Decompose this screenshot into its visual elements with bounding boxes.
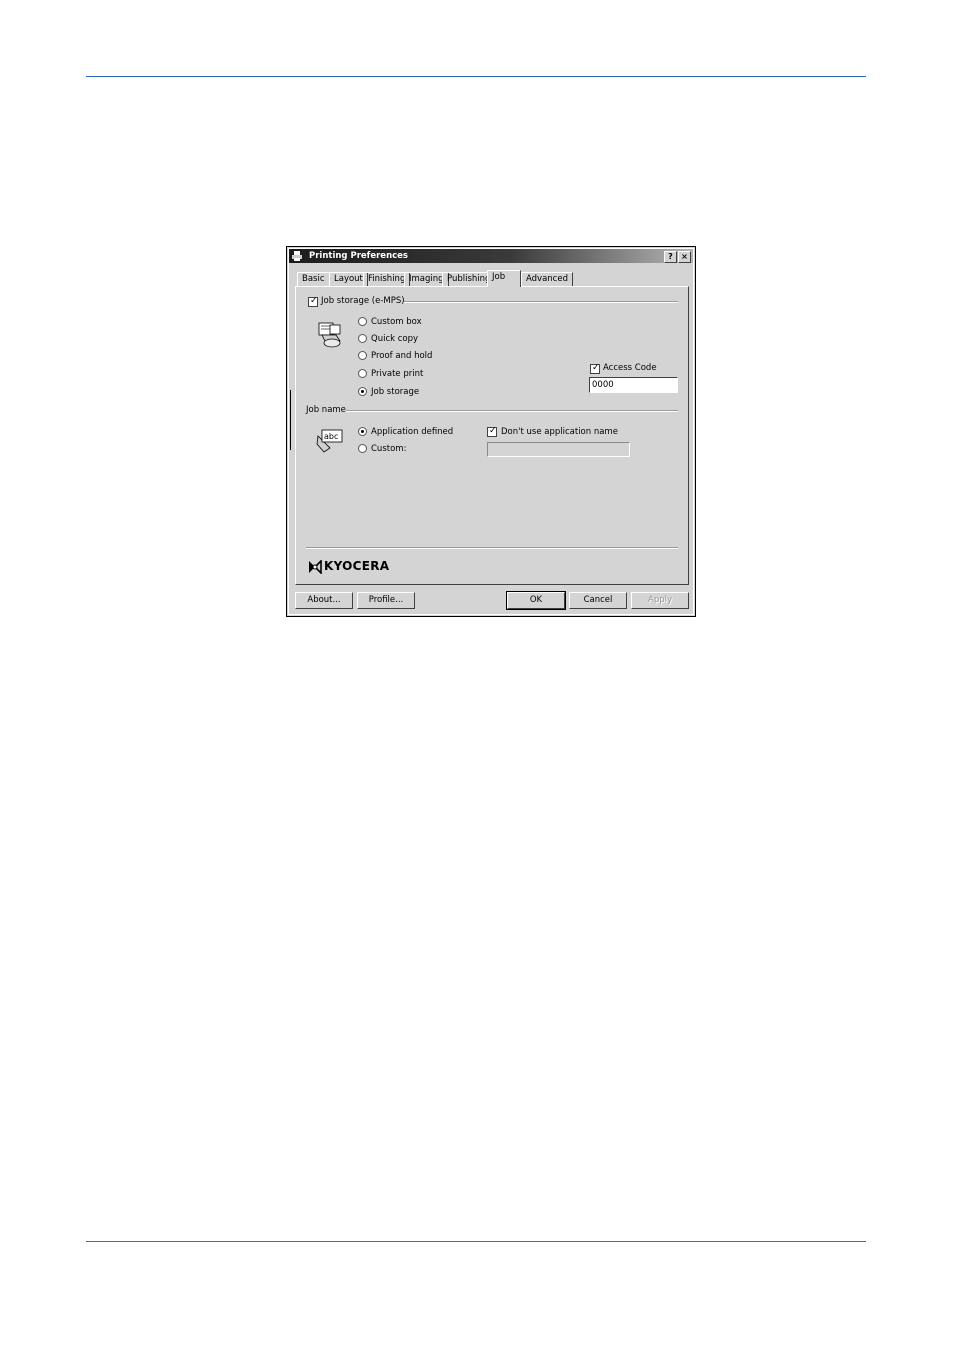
check-mark-icon: ✓ <box>592 363 600 373</box>
tab-basic[interactable]: Basic <box>297 272 330 286</box>
kyocera-logo-icon <box>309 560 322 574</box>
header-rule <box>86 76 866 77</box>
title-bar[interactable]: Printing Preferences ? × <box>289 249 693 263</box>
custom-job-name-input[interactable] <box>487 442 630 457</box>
brand-logo-text: KYOCERA <box>324 559 390 573</box>
radio-proof-and-hold[interactable] <box>358 351 367 360</box>
brand-divider <box>306 547 678 549</box>
svg-text:abc: abc <box>324 432 338 441</box>
radio-application-defined[interactable] <box>358 427 367 436</box>
group-divider <box>346 410 678 412</box>
radio-custom-box[interactable] <box>358 317 367 326</box>
job-name-section-label: Job name <box>306 405 346 415</box>
radio-quick-copy[interactable] <box>358 334 367 343</box>
dont-use-app-name-label: Don't use application name <box>501 427 618 437</box>
job-storage-icon <box>318 322 341 348</box>
ok-button[interactable]: OK <box>506 591 566 610</box>
radio-job-storage[interactable] <box>358 387 367 396</box>
check-mark-icon: ✓ <box>489 426 497 436</box>
option-quick-copy-label: Quick copy <box>371 334 419 344</box>
option-custom-box-label: Custom box <box>371 317 422 327</box>
close-button[interactable]: × <box>678 251 691 263</box>
printer-icon <box>292 251 302 261</box>
about-button[interactable]: About... <box>295 592 353 609</box>
job-name-icon: abc <box>316 429 343 453</box>
radio-custom[interactable] <box>358 444 367 453</box>
group-divider <box>404 301 678 303</box>
callout-bracket <box>290 390 295 450</box>
cancel-button[interactable]: Cancel <box>569 592 627 609</box>
option-job-storage-label: Job storage <box>371 387 420 397</box>
option-custom-label: Custom: <box>371 444 407 454</box>
job-storage-label: Job storage (e-MPS) <box>321 296 405 306</box>
radio-private-print[interactable] <box>358 369 367 378</box>
printing-preferences-dialog: Printing Preferences ? × Basic Layout Fi… <box>286 246 696 617</box>
tab-advanced[interactable]: Advanced <box>521 272 573 286</box>
job-storage-checkbox[interactable]: ✓ <box>308 296 318 307</box>
dont-use-app-name-checkbox[interactable]: ✓ <box>487 426 497 437</box>
help-button[interactable]: ? <box>664 251 677 263</box>
access-code-checkbox[interactable]: ✓ <box>590 363 600 374</box>
profile-button[interactable]: Profile... <box>357 592 415 609</box>
footer-rule <box>86 1241 866 1242</box>
check-mark-icon: ✓ <box>310 296 318 306</box>
access-code-label: Access Code <box>603 363 657 373</box>
option-private-print-label: Private print <box>371 369 424 379</box>
job-tab-panel: ✓ Job storage (e-MPS) Custom box Quick c… <box>295 286 689 585</box>
option-proof-and-hold-label: Proof and hold <box>371 351 433 361</box>
dialog-title: Printing Preferences <box>309 251 408 261</box>
tab-job[interactable]: Job <box>487 270 521 287</box>
option-application-defined-label: Application defined <box>371 427 454 437</box>
access-code-input[interactable] <box>589 377 678 393</box>
apply-button[interactable]: Apply <box>631 592 689 609</box>
